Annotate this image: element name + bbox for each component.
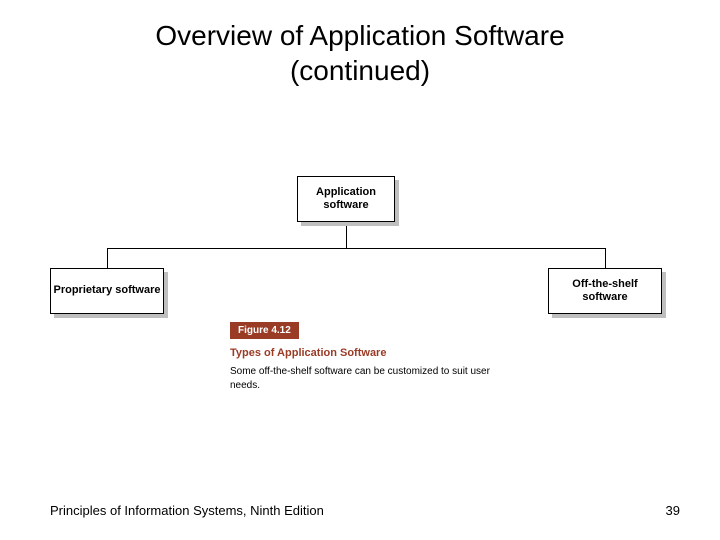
figure-title: Types of Application Software [230, 347, 490, 359]
title-line-1: Overview of Application Software [155, 20, 564, 51]
node-proprietary-software: Proprietary software [50, 268, 164, 314]
node-label: Off-the-shelf software [549, 278, 661, 304]
slide-title: Overview of Application Software (contin… [0, 0, 720, 88]
node-label: Application software [298, 186, 394, 212]
hierarchy-diagram: Application software Proprietary softwar… [50, 170, 670, 400]
footer-page-number: 39 [666, 503, 680, 518]
footer-source: Principles of Information Systems, Ninth… [50, 503, 324, 518]
connector-line [107, 248, 108, 268]
slide-footer: Principles of Information Systems, Ninth… [50, 503, 680, 518]
node-off-the-shelf-software: Off-the-shelf software [548, 268, 662, 314]
figure-caption-block: Figure 4.12 Types of Application Softwar… [230, 320, 490, 392]
node-label: Proprietary software [54, 284, 161, 297]
connector-line [346, 224, 347, 248]
figure-number-badge: Figure 4.12 [230, 322, 299, 339]
node-application-software: Application software [297, 176, 395, 222]
connector-line [107, 248, 605, 249]
title-line-2: (continued) [290, 55, 430, 86]
figure-caption: Some off-the-shelf software can be custo… [230, 365, 490, 392]
connector-line [605, 248, 606, 268]
